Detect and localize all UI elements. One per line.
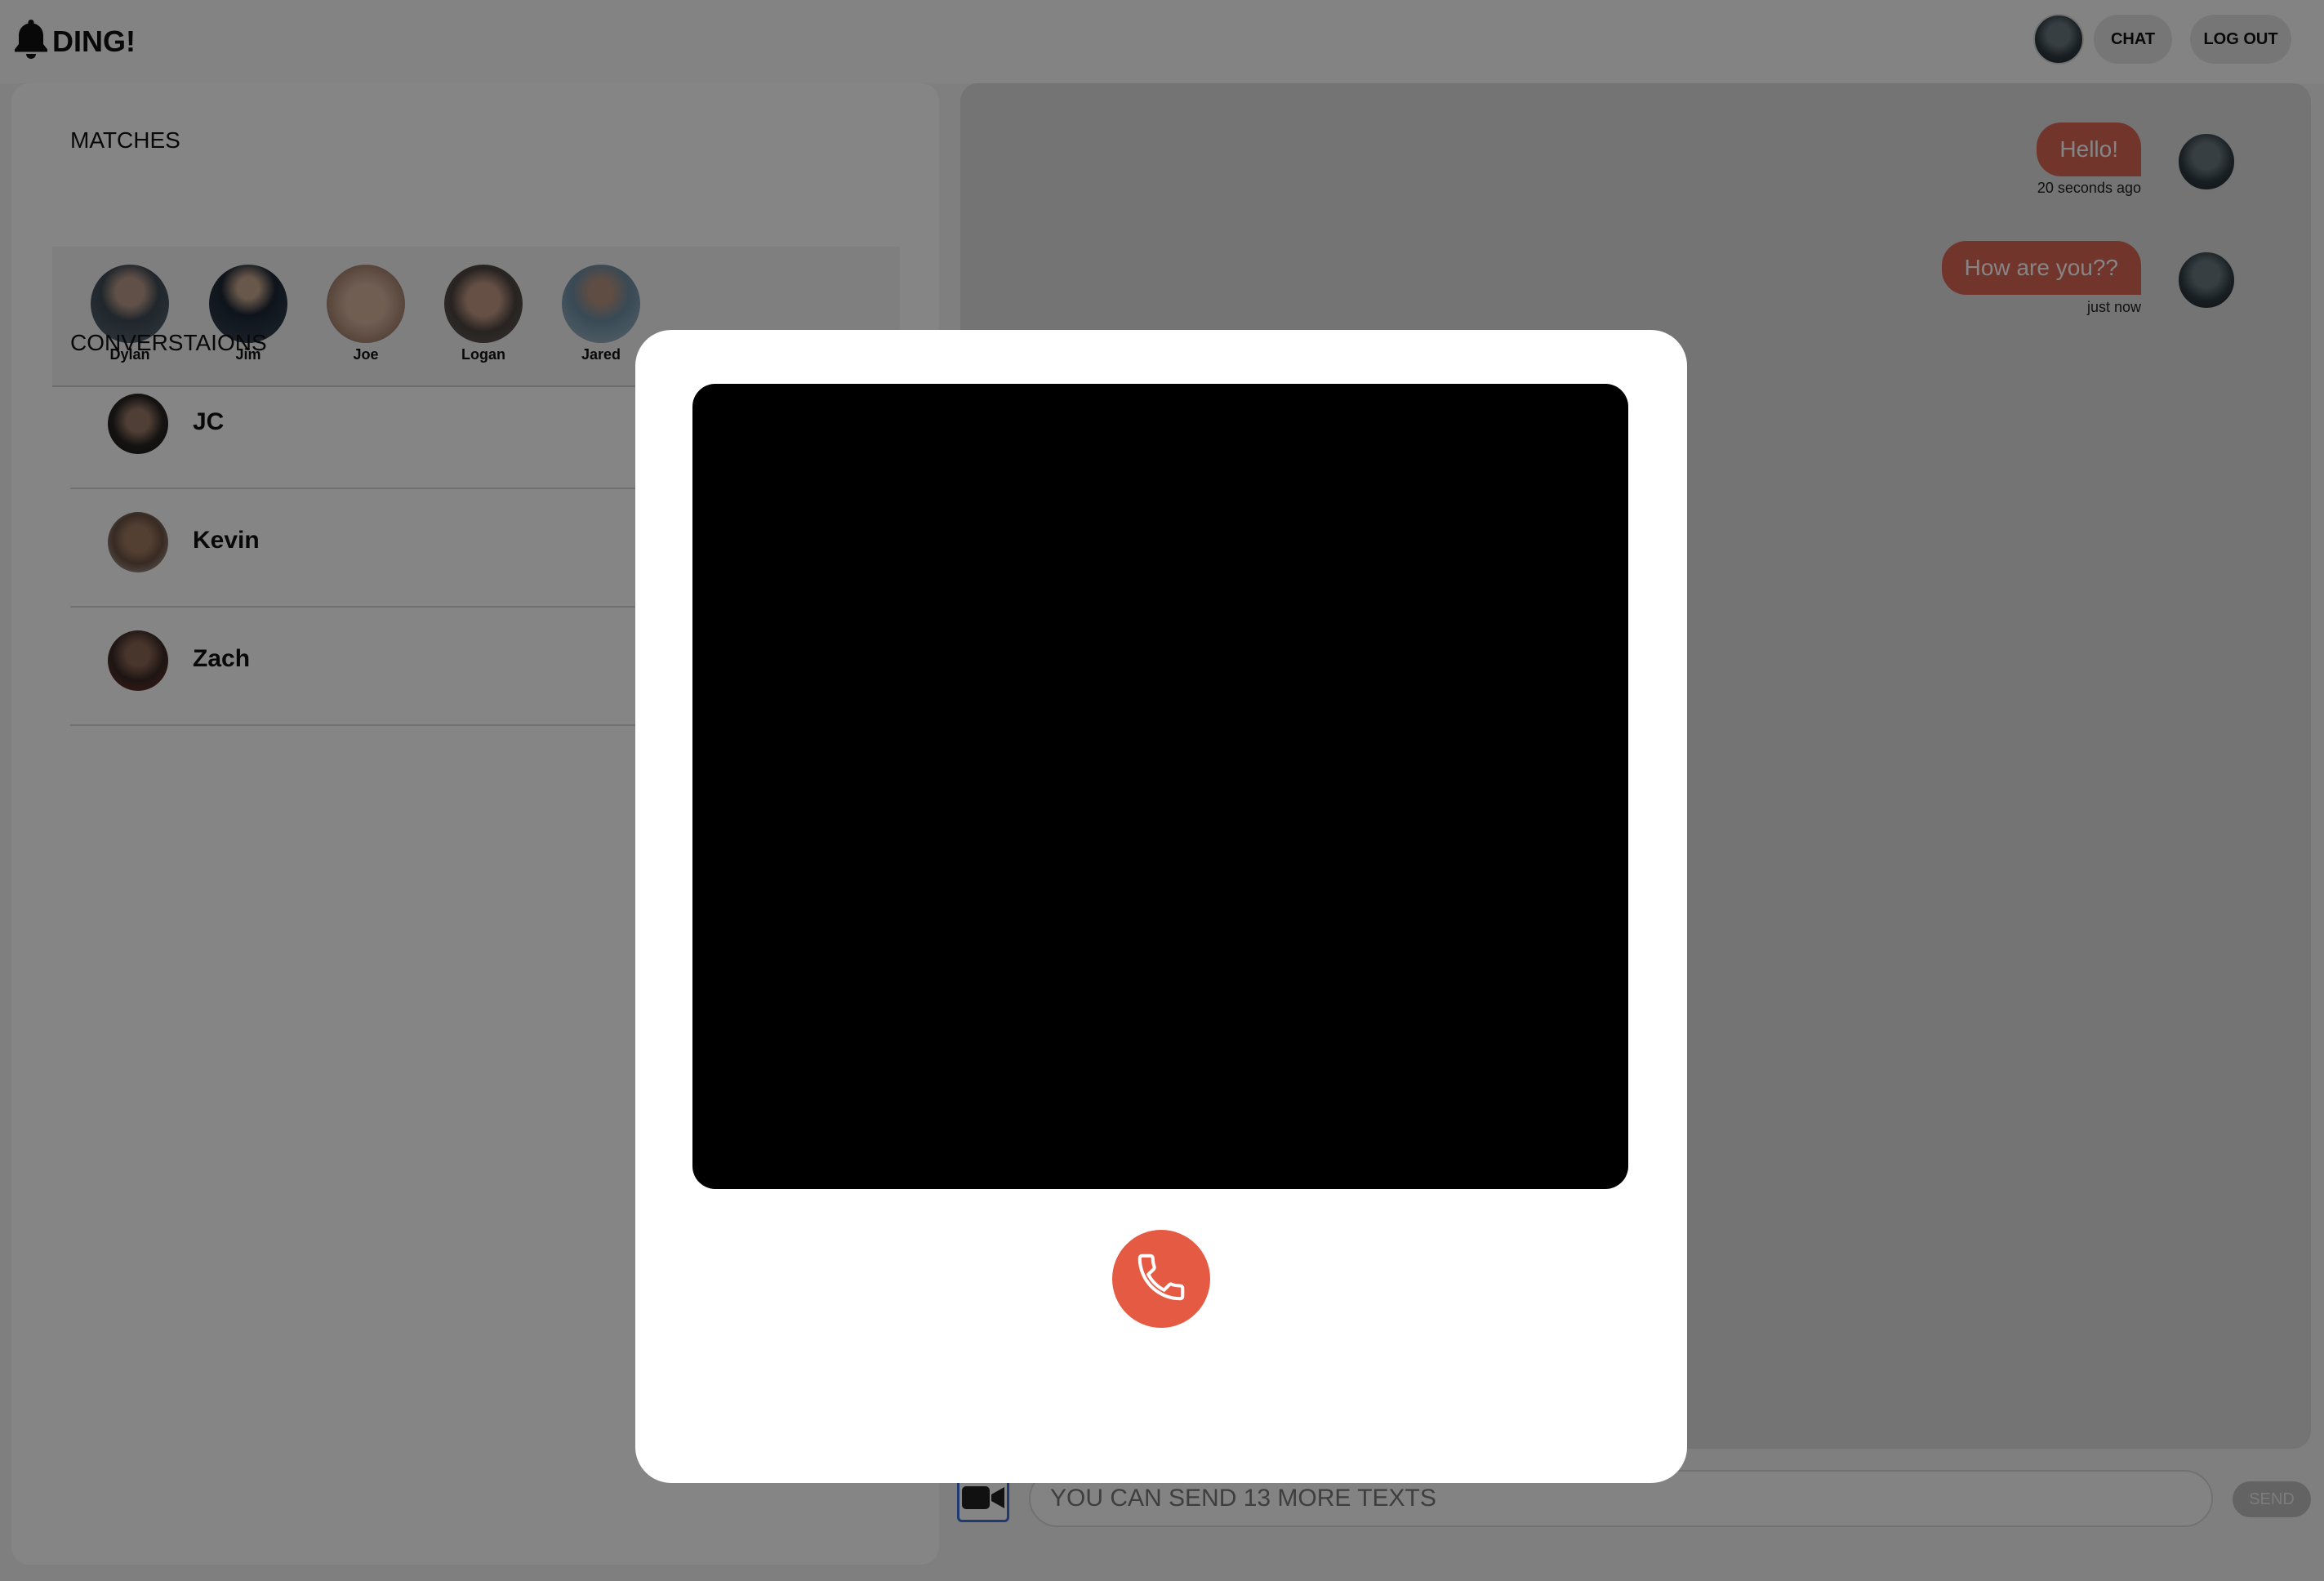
hang-up-button[interactable] bbox=[1112, 1230, 1210, 1328]
video-call-modal bbox=[635, 330, 1687, 1483]
video-stream bbox=[692, 384, 1628, 1189]
phone-icon bbox=[1133, 1249, 1190, 1310]
